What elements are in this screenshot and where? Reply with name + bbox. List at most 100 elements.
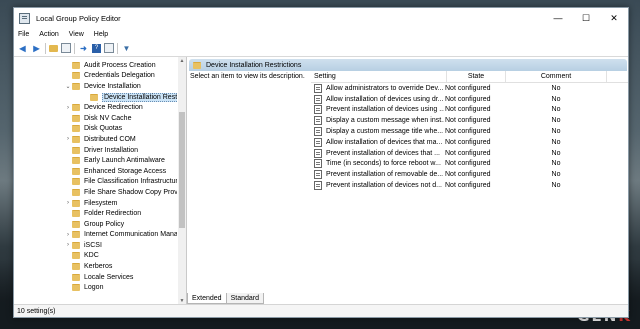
tab-standard[interactable]: Standard xyxy=(226,293,265,304)
state-cell: Not configured xyxy=(445,106,491,114)
folder-icon xyxy=(72,188,80,196)
table-row[interactable]: Prevent installation of devices that ...… xyxy=(311,148,628,159)
setting-name: Prevent installation of devices that ... xyxy=(326,149,441,157)
table-row[interactable]: Display a custom message when inst... Not… xyxy=(311,115,628,126)
tree-item[interactable]: Folder Redirection xyxy=(14,208,177,219)
folder-icon xyxy=(72,178,80,186)
tree-item[interactable]: Credentials Delegation xyxy=(14,71,177,82)
app-icon xyxy=(19,12,30,24)
chevron-icon[interactable]: › xyxy=(64,105,72,111)
folder-icon xyxy=(72,210,80,218)
tree-scrollbar[interactable]: ▲ ▼ xyxy=(178,57,186,305)
close-button[interactable]: ✕ xyxy=(600,8,628,28)
tree-item[interactable]: › iSCSI xyxy=(14,240,177,251)
tab-extended[interactable]: Extended xyxy=(187,293,227,304)
column-comment[interactable]: Comment xyxy=(506,71,607,82)
tree-item[interactable]: › Internet Communication Management xyxy=(14,230,177,241)
tree-item-label: Enhanced Storage Access xyxy=(84,167,167,175)
tree-item[interactable]: › Device Redirection xyxy=(14,102,177,113)
table-row[interactable]: Allow installation of devices that ma...… xyxy=(311,137,628,148)
state-cell: Not configured xyxy=(445,95,491,103)
menu-action[interactable]: Action xyxy=(39,31,58,38)
tree-item[interactable]: ⌄ Device Installation xyxy=(14,81,177,92)
export-icon[interactable]: ➜ xyxy=(78,43,89,54)
table-row[interactable]: Display a custom message title whe... Not… xyxy=(311,126,628,137)
setting-cell: Allow installation of devices using dr..… xyxy=(311,94,444,104)
setting-cell: Allow installation of devices that ma... xyxy=(311,137,444,147)
table-row[interactable]: Allow administrators to override Dev... N… xyxy=(311,83,628,94)
scroll-up-icon[interactable]: ▲ xyxy=(178,57,186,65)
minimize-button[interactable]: — xyxy=(544,8,572,28)
chevron-icon[interactable]: › xyxy=(64,200,72,206)
maximize-button[interactable]: ☐ xyxy=(572,8,600,28)
tree-item[interactable]: › Distributed COM xyxy=(14,134,177,145)
tree-item[interactable]: Disk NV Cache xyxy=(14,113,177,124)
tree-item[interactable]: Group Policy xyxy=(14,219,177,230)
tree-item-label: Device Installation xyxy=(84,82,141,90)
details-header: Device Installation Restrictions xyxy=(189,59,627,71)
tree-item[interactable]: Device Installation Restrictions xyxy=(14,92,177,103)
chevron-icon[interactable]: › xyxy=(64,232,72,238)
chevron-icon[interactable]: › xyxy=(64,242,72,248)
scroll-thumb[interactable] xyxy=(179,112,185,228)
tree-item[interactable]: File Share Shadow Copy Provider xyxy=(14,187,177,198)
status-bar: 10 setting(s) xyxy=(14,304,628,317)
comment-cell: No xyxy=(551,149,561,157)
filter-icon[interactable]: ▼ xyxy=(121,43,132,54)
state-cell: Not configured xyxy=(445,182,491,190)
show-hide-tree-icon[interactable] xyxy=(61,43,71,53)
tree-item-label: Early Launch Antimalware xyxy=(84,157,165,165)
table-row[interactable]: Allow installation of devices using dr..… xyxy=(311,94,628,105)
tree-item[interactable]: Disk Quotas xyxy=(14,124,177,135)
tree-item-label: Internet Communication Management xyxy=(84,231,177,239)
tree-item[interactable]: Driver Installation xyxy=(14,145,177,156)
folder-icon xyxy=(72,252,80,260)
tree-item[interactable]: Enhanced Storage Access xyxy=(14,166,177,177)
tree-item[interactable]: › Filesystem xyxy=(14,198,177,209)
back-arrow-icon[interactable]: ◀ xyxy=(17,43,28,54)
folder-icon xyxy=(72,241,80,249)
tree-item[interactable]: KDC xyxy=(14,251,177,262)
setting-cell: Prevent installation of devices not d... xyxy=(311,181,444,191)
setting-name: Allow installation of devices that ma... xyxy=(326,138,443,146)
state-cell: Not configured xyxy=(445,117,491,125)
toolbar: ◀ ▶ ➜ ? ▼ xyxy=(14,40,628,57)
properties-icon[interactable] xyxy=(104,43,114,53)
tree-item-label: Filesystem xyxy=(84,199,118,207)
table-row[interactable]: Prevent installation of devices not d...… xyxy=(311,180,628,191)
folder-icon xyxy=(72,61,80,69)
forward-arrow-icon[interactable]: ▶ xyxy=(31,43,42,54)
menu-file[interactable]: File xyxy=(18,31,29,38)
help-icon[interactable]: ? xyxy=(92,43,101,53)
comment-cell: No xyxy=(551,160,561,168)
setting-name: Prevent installation of devices using ..… xyxy=(326,106,444,114)
chevron-icon[interactable]: ⌄ xyxy=(64,83,72,90)
column-setting[interactable]: Setting xyxy=(311,71,447,82)
tree-item[interactable]: Kerberos xyxy=(14,261,177,272)
folder-icon xyxy=(72,273,80,281)
policy-setting-icon xyxy=(314,94,322,104)
menu-help[interactable]: Help xyxy=(94,31,108,38)
policy-setting-icon xyxy=(314,170,322,180)
comment-cell: No xyxy=(551,117,561,125)
table-row[interactable]: Time (in seconds) to force reboot w... No… xyxy=(311,159,628,170)
setting-name: Time (in seconds) to force reboot w... xyxy=(326,160,441,168)
table-row[interactable]: Prevent installation of removable de... N… xyxy=(311,169,628,180)
chevron-icon[interactable]: › xyxy=(64,136,72,142)
tree-item[interactable]: Locale Services xyxy=(14,272,177,283)
setting-name: Allow administrators to override Dev... xyxy=(326,84,444,92)
column-state[interactable]: State xyxy=(447,71,506,82)
tree-item[interactable]: Logon xyxy=(14,282,177,293)
menu-view[interactable]: View xyxy=(69,31,84,38)
setting-name: Display a custom message title whe... xyxy=(326,128,444,136)
up-folder-icon[interactable] xyxy=(49,44,58,52)
title-bar[interactable]: Local Group Policy Editor — ☐ ✕ xyxy=(14,8,628,28)
table-header: Setting State Comment xyxy=(311,71,628,83)
tree-item[interactable]: Audit Process Creation xyxy=(14,60,177,71)
tree-item[interactable]: Early Launch Antimalware xyxy=(14,155,177,166)
table-row[interactable]: Prevent installation of devices using ..… xyxy=(311,105,628,116)
tree-item-label: Distributed COM xyxy=(84,135,136,143)
tree-item-label: File Share Shadow Copy Provider xyxy=(84,188,177,196)
tree-item[interactable]: File Classification Infrastructure xyxy=(14,177,177,188)
folder-icon xyxy=(90,93,98,101)
